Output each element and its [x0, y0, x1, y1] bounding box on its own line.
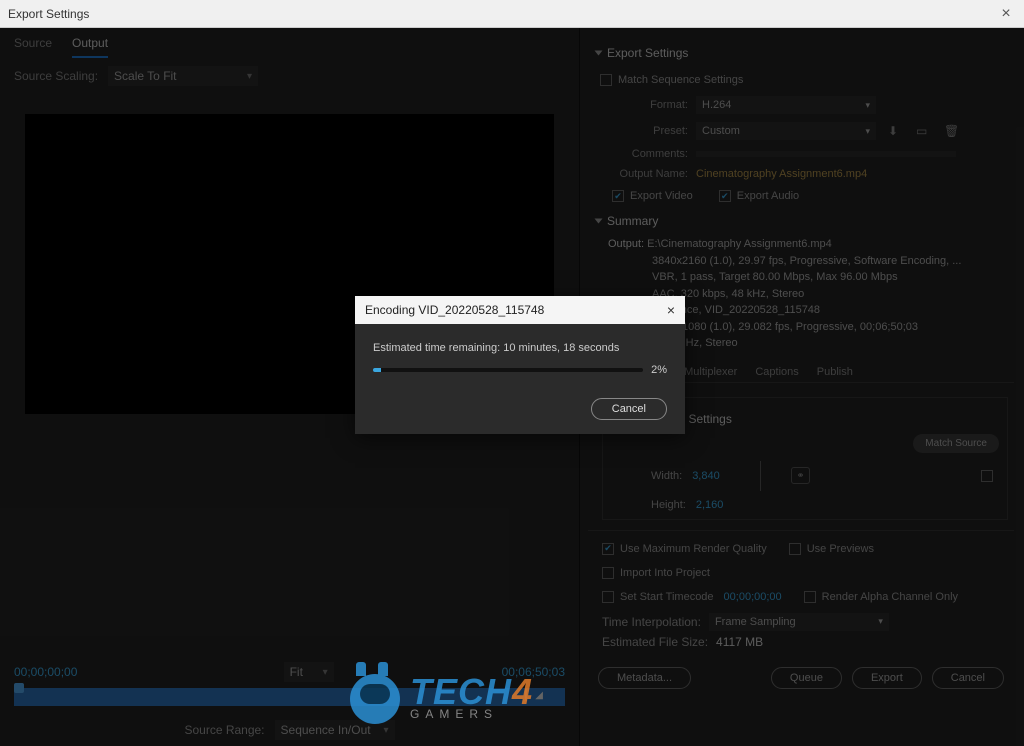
- export-video-checkbox[interactable]: [612, 190, 624, 202]
- progress-bar: [373, 368, 643, 372]
- dialog-close-icon[interactable]: ×: [667, 302, 675, 318]
- preview-tabs: Source Output: [0, 28, 579, 58]
- width-value[interactable]: 3,840: [692, 470, 720, 482]
- progress-percent: 2%: [651, 364, 667, 376]
- watermark-logo: TECH4 GAMERS: [340, 656, 533, 736]
- dialog-title: Encoding VID_20220528_115748: [365, 303, 544, 317]
- import-preset-icon[interactable]: ▭: [916, 124, 932, 138]
- export-settings-header[interactable]: Export Settings: [596, 46, 1014, 60]
- action-buttons: Metadata... Queue Export Cancel: [588, 659, 1014, 697]
- render-alpha-checkbox[interactable]: [804, 591, 816, 603]
- tab-source[interactable]: Source: [14, 36, 52, 58]
- format-label: Format:: [608, 99, 688, 111]
- close-icon[interactable]: ×: [996, 5, 1016, 23]
- time-interp-label: Time Interpolation:: [602, 615, 701, 629]
- format-dropdown[interactable]: H.264▾: [696, 96, 876, 114]
- comments-label: Comments:: [608, 148, 688, 160]
- export-button[interactable]: Export: [852, 667, 922, 689]
- preset-label: Preset:: [608, 125, 688, 137]
- summary-header[interactable]: Summary: [596, 214, 1014, 228]
- mascot-icon: [340, 656, 410, 736]
- height-label: Height:: [651, 499, 686, 511]
- set-start-tc-checkbox[interactable]: [602, 591, 614, 603]
- tab-captions[interactable]: Captions: [755, 366, 798, 378]
- import-project-checkbox[interactable]: [602, 567, 614, 579]
- est-file-value: 4117 MB: [716, 635, 763, 649]
- source-scaling-label: Source Scaling:: [14, 69, 98, 83]
- est-file-label: Estimated File Size:: [602, 635, 708, 649]
- match-source-button[interactable]: Match Source: [913, 434, 999, 453]
- metadata-button[interactable]: Metadata...: [598, 667, 691, 689]
- window-title: Export Settings: [8, 7, 89, 21]
- width-label: Width:: [651, 470, 682, 482]
- comments-input[interactable]: [696, 151, 956, 157]
- fit-dropdown[interactable]: Fit: [284, 662, 334, 682]
- max-quality-checkbox[interactable]: [602, 543, 614, 555]
- match-sequence-row: Match Sequence Settings: [600, 74, 1014, 86]
- dialog-cancel-button[interactable]: Cancel: [591, 398, 667, 420]
- tab-multiplexer[interactable]: Multiplexer: [684, 366, 737, 378]
- output-name-link[interactable]: Cinematography Assignment6.mp4: [696, 168, 867, 180]
- export-audio-checkbox[interactable]: [719, 190, 731, 202]
- eta-text: Estimated time remaining: 10 minutes, 18…: [373, 342, 667, 354]
- output-name-label: Output Name:: [608, 168, 688, 180]
- dialog-titlebar: Encoding VID_20220528_115748 ×: [355, 296, 685, 324]
- use-previews-checkbox[interactable]: [789, 543, 801, 555]
- playhead-icon[interactable]: [14, 683, 24, 693]
- bottom-options: Use Maximum Render Quality Use Previews …: [588, 530, 1014, 659]
- time-interp-dropdown[interactable]: Frame Sampling▾: [709, 613, 889, 631]
- save-preset-icon[interactable]: ⬇: [888, 124, 904, 138]
- link-dimensions-icon[interactable]: ⚭: [791, 467, 811, 484]
- source-range-label: Source Range:: [184, 723, 264, 737]
- encoding-dialog: Encoding VID_20220528_115748 × Estimated…: [355, 296, 685, 434]
- source-scaling-row: Source Scaling: Scale To Fit: [0, 58, 579, 94]
- match-sequence-label: Match Sequence Settings: [618, 74, 743, 86]
- tab-publish[interactable]: Publish: [817, 366, 853, 378]
- source-scaling-dropdown[interactable]: Scale To Fit: [108, 66, 258, 86]
- delete-preset-icon[interactable]: 🗑: [944, 124, 960, 138]
- tab-output[interactable]: Output: [72, 36, 108, 58]
- queue-button[interactable]: Queue: [771, 667, 842, 689]
- match-sequence-checkbox[interactable]: [600, 74, 612, 86]
- timecode-in[interactable]: 00;00;00;00: [14, 665, 77, 679]
- title-bar: Export Settings ×: [0, 0, 1024, 28]
- cancel-button[interactable]: Cancel: [932, 667, 1004, 689]
- preset-dropdown[interactable]: Custom▾: [696, 122, 876, 140]
- width-lock-checkbox[interactable]: [981, 470, 993, 482]
- height-value[interactable]: 2,160: [696, 499, 724, 511]
